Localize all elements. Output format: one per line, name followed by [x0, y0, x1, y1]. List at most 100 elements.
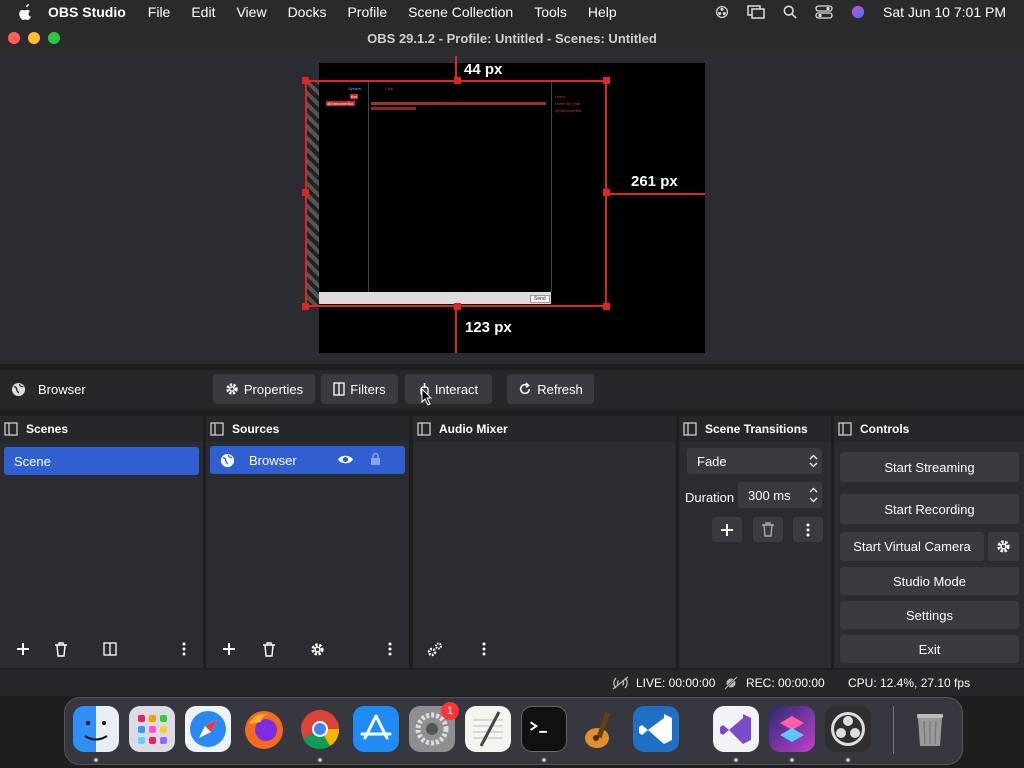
start-recording-button[interactable]: Start Recording	[840, 494, 1019, 524]
menu-edit[interactable]: Edit	[191, 4, 215, 20]
kebab-menu-icon	[388, 642, 392, 656]
exit-button[interactable]: Exit	[840, 635, 1019, 663]
filter-icon	[333, 382, 345, 396]
scenes-dock-header: Scenes	[0, 416, 203, 442]
dock-icon	[683, 422, 697, 436]
menu-bar: OBS Studio File Edit View Docks Profile …	[0, 0, 1024, 24]
mixer-more-button[interactable]	[473, 638, 495, 660]
filter-icon	[103, 642, 117, 656]
advanced-gears-icon	[427, 642, 442, 656]
app-store-icon[interactable]	[353, 706, 399, 752]
menu-tools[interactable]: Tools	[534, 4, 567, 20]
scenes-title: Scenes	[26, 422, 69, 436]
launchpad-icon[interactable]	[129, 706, 175, 752]
interact-button[interactable]: Interact	[405, 374, 492, 404]
source-item-label: Browser	[249, 452, 297, 468]
resize-handle-bottom-right[interactable]	[603, 303, 610, 310]
dock-icon	[4, 422, 18, 436]
apple-icon[interactable]	[18, 3, 34, 21]
menu-app-name[interactable]: OBS Studio	[48, 4, 126, 20]
vscode-icon[interactable]	[633, 706, 679, 752]
scenes-dock: Scenes Scene	[0, 416, 203, 668]
obs-status-icon[interactable]	[713, 5, 731, 19]
cpu-fps-readout: CPU: 12.4%, 27.10 fps	[848, 676, 971, 690]
gear-icon	[310, 642, 324, 656]
mouse-pointer-icon	[421, 388, 433, 406]
menu-profile[interactable]: Profile	[347, 4, 387, 20]
mixer-advanced-audio-button[interactable]	[424, 638, 446, 660]
spin-arrows-icon[interactable]	[809, 487, 818, 503]
audio-mixer-title: Audio Mixer	[439, 422, 508, 436]
transition-type-select[interactable]: Fade	[687, 448, 822, 474]
resize-handle-bottom-left[interactable]	[302, 303, 309, 310]
remove-scene-button[interactable]	[50, 638, 72, 660]
transition-more-button[interactable]	[793, 517, 823, 542]
status-bar: LIVE: 00:00:00 REC: 00:00:00 CPU: 12.4%,…	[0, 670, 1024, 696]
source-list-item[interactable]: Browser	[210, 446, 405, 474]
scene-more-button[interactable]	[173, 638, 195, 660]
textedit-icon[interactable]	[465, 706, 511, 752]
live-broadcast-off-icon	[612, 676, 629, 690]
add-transition-button[interactable]	[712, 517, 742, 542]
distance-label-top: 44 px	[464, 61, 503, 78]
menu-help[interactable]: Help	[588, 4, 617, 20]
start-streaming-button[interactable]: Start Streaming	[840, 452, 1019, 482]
resize-handle-top-right[interactable]	[603, 77, 610, 84]
screen-mirroring-icon[interactable]	[747, 5, 765, 19]
add-scene-button[interactable]	[12, 638, 34, 660]
duration-spinbox[interactable]: 300 ms	[738, 482, 822, 508]
distance-line-bottom	[455, 307, 457, 353]
remove-transition-button[interactable]	[753, 517, 783, 542]
trash-bin-icon[interactable]	[907, 706, 953, 752]
gear-icon	[997, 540, 1010, 553]
rec-timer: REC: 00:00:00	[746, 676, 825, 690]
firefox-icon[interactable]	[241, 706, 287, 752]
scene-transitions-dock: Scene Transitions Fade Duration 300 ms	[679, 416, 831, 668]
studio-mode-button[interactable]: Studio Mode	[840, 567, 1019, 595]
visual-studio-icon[interactable]	[713, 706, 759, 752]
source-more-button[interactable]	[379, 638, 401, 660]
menu-file[interactable]: File	[148, 4, 171, 20]
properties-label: Properties	[243, 381, 304, 397]
terminal-icon[interactable]	[521, 706, 567, 752]
siri-icon[interactable]	[849, 5, 867, 19]
finder-icon[interactable]	[73, 706, 119, 752]
chrome-icon[interactable]	[297, 706, 343, 752]
resize-handle-top-left[interactable]	[302, 77, 309, 84]
add-source-button[interactable]	[218, 638, 240, 660]
settings-button[interactable]: Settings	[840, 601, 1019, 629]
dock-icon	[417, 422, 431, 436]
distance-label-bottom: 123 px	[465, 319, 512, 336]
scene-filters-button[interactable]	[99, 638, 121, 660]
garageband-icon[interactable]	[577, 706, 623, 752]
distance-line-right	[607, 193, 705, 195]
chrome-running-dot	[318, 758, 322, 762]
shortcuts-icon[interactable]	[769, 706, 815, 752]
source-properties-button[interactable]	[306, 638, 328, 660]
menu-docks[interactable]: Docks	[288, 4, 327, 20]
menu-clock[interactable]: Sat Jun 10 7:01 PM	[883, 4, 1006, 20]
obs-studio-icon[interactable]	[825, 706, 871, 752]
virtual-camera-settings-button[interactable]	[988, 532, 1019, 561]
filters-label: Filters	[350, 381, 386, 397]
properties-button[interactable]: Properties	[213, 374, 315, 404]
shortcuts-running-dot	[790, 758, 794, 762]
resize-handle-left[interactable]	[302, 189, 309, 196]
remove-source-button[interactable]	[258, 638, 280, 660]
safari-icon[interactable]	[185, 706, 231, 752]
source-selection-box[interactable]	[302, 77, 610, 310]
filters-button[interactable]: Filters	[321, 374, 398, 404]
plus-icon	[721, 523, 733, 536]
trash-icon	[55, 641, 67, 657]
menu-view[interactable]: View	[236, 4, 266, 20]
control-center-icon[interactable]	[815, 5, 833, 19]
audio-mixer-dock-header: Audio Mixer	[413, 416, 676, 442]
start-virtual-camera-button[interactable]: Start Virtual Camera	[840, 532, 984, 561]
lock-icon[interactable]	[370, 452, 381, 466]
visibility-eye-icon[interactable]	[337, 453, 354, 466]
menu-scene-collection[interactable]: Scene Collection	[408, 4, 513, 20]
scene-list-item[interactable]: Scene	[4, 447, 199, 475]
obs-running-dot	[846, 758, 850, 762]
refresh-button[interactable]: Refresh	[507, 374, 594, 404]
spotlight-search-icon[interactable]	[781, 5, 799, 19]
